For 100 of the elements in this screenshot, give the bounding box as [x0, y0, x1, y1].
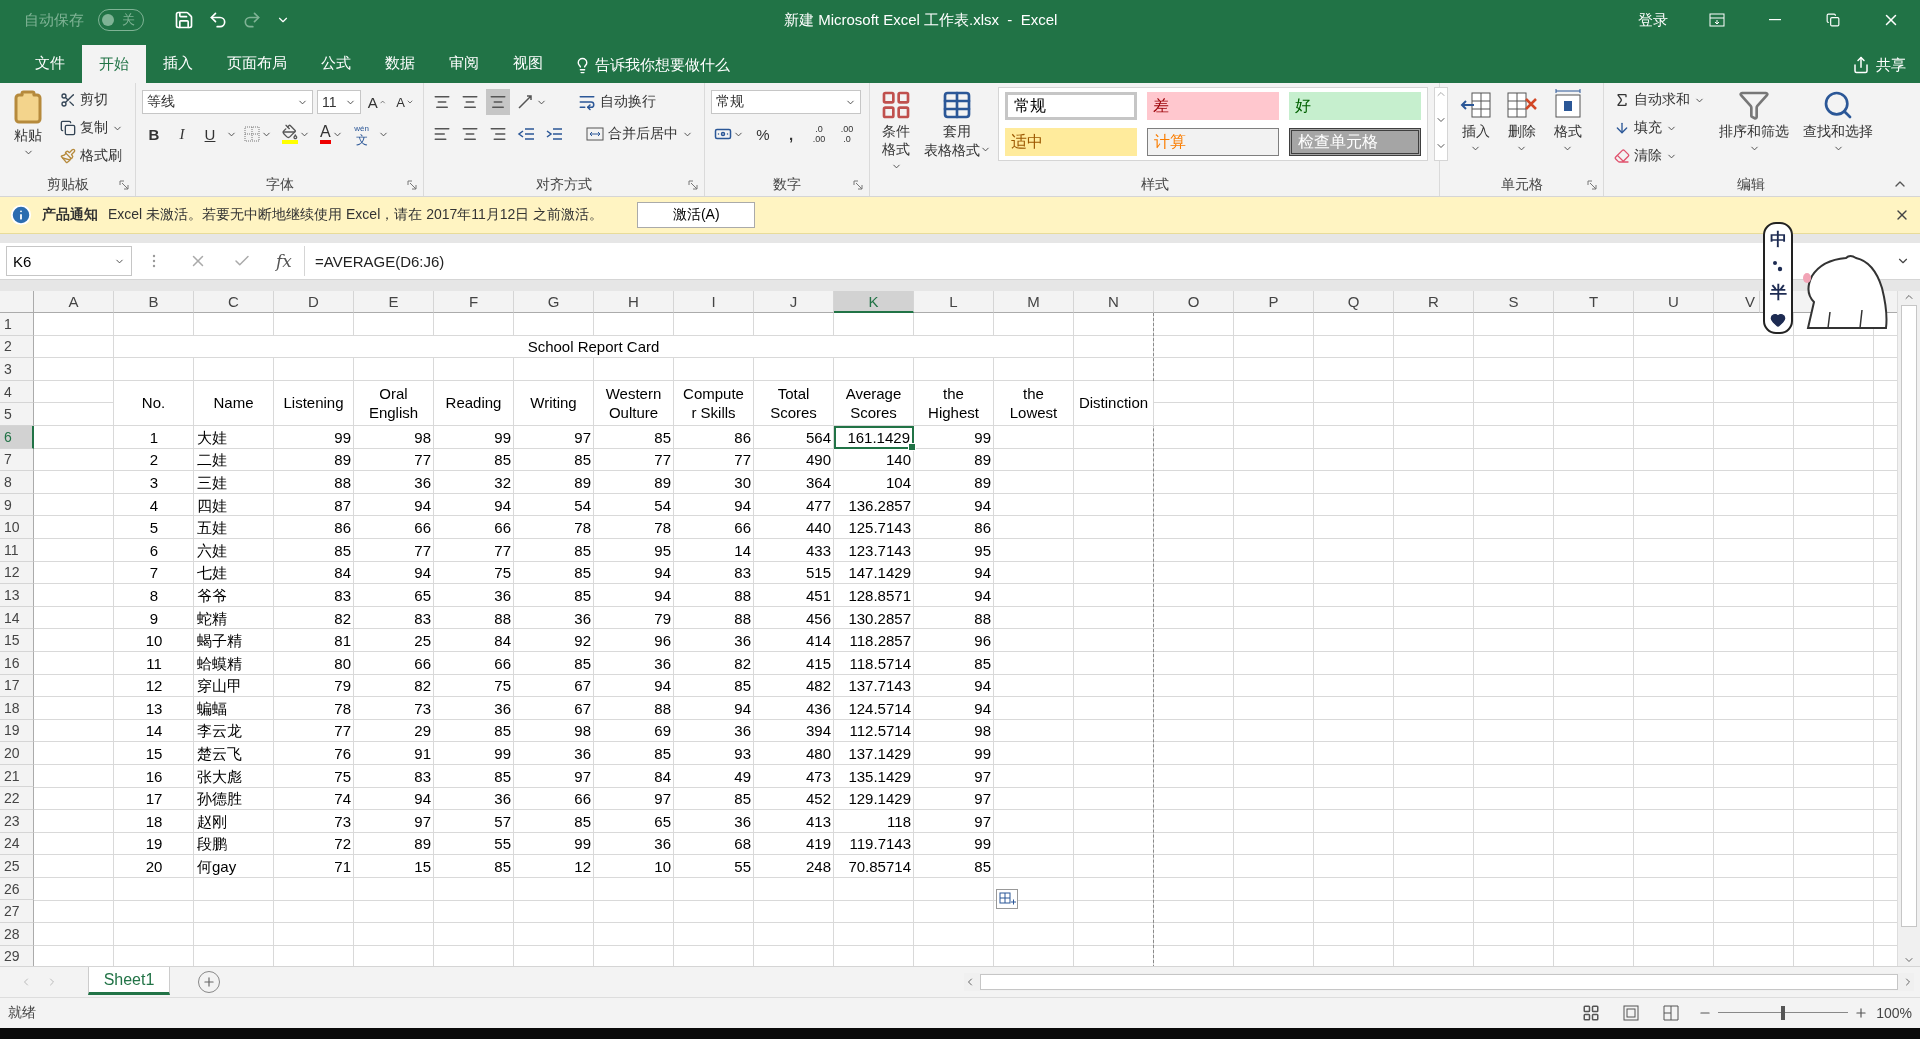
sort-filter-button[interactable]: 排序和筛选 — [1715, 87, 1793, 174]
row-header[interactable]: 7 — [0, 448, 34, 472]
cut-button[interactable]: 剪切 — [56, 87, 127, 113]
row-header[interactable]: 6 — [0, 425, 34, 449]
font-name-field[interactable]: 等线 — [142, 90, 313, 114]
ribbon-tab[interactable]: 开始 — [82, 45, 146, 83]
row-header[interactable]: 26 — [0, 877, 34, 901]
insert-button[interactable]: 插入 — [1455, 87, 1496, 174]
underline-button[interactable]: U — [198, 121, 222, 147]
row-header[interactable]: 23 — [0, 810, 34, 833]
align-bottom-button[interactable] — [486, 89, 510, 115]
quick-analysis-icon[interactable] — [996, 889, 1018, 909]
activate-button[interactable]: 激活(A) — [637, 202, 756, 228]
normal-view-icon[interactable] — [1582, 1004, 1601, 1022]
format-button[interactable]: 格式 — [1547, 87, 1588, 174]
increase-decimal-button[interactable]: .0 .00 — [807, 121, 831, 147]
row-header[interactable]: 10 — [0, 516, 34, 539]
comma-button[interactable]: , — [779, 121, 803, 147]
row-header[interactable]: 9 — [0, 493, 34, 517]
row-header[interactable]: 27 — [0, 900, 34, 924]
wrap-text-button[interactable]: 自动换行 — [574, 89, 660, 115]
delete-button[interactable]: 删除 — [1501, 87, 1542, 174]
name-box[interactable]: K6 — [6, 246, 132, 276]
dialog-launcher-icon[interactable] — [853, 180, 863, 190]
undo-icon[interactable] — [208, 10, 228, 30]
clear-button[interactable]: 清除 — [1610, 143, 1709, 169]
row-header[interactable]: 5 — [0, 403, 34, 426]
row-header[interactable]: 3 — [0, 358, 34, 381]
row-header[interactable]: 1 — [0, 313, 34, 336]
font-color-button[interactable]: A — [317, 121, 346, 147]
ribbon-tab[interactable]: 页面布局 — [210, 45, 304, 81]
sign-in-button[interactable]: 登录 — [1618, 0, 1688, 40]
row-header[interactable]: 8 — [0, 471, 34, 494]
punctuation-icon[interactable] — [1772, 259, 1784, 273]
row-header[interactable]: 14 — [0, 606, 34, 630]
font-size-field[interactable]: 11 — [316, 90, 361, 114]
row-header[interactable]: 25 — [0, 855, 34, 878]
heart-icon[interactable] — [1770, 312, 1786, 328]
zoom-thumb[interactable] — [1781, 1006, 1786, 1020]
row-header[interactable]: 2 — [0, 335, 34, 359]
ribbon-tab[interactable]: 公式 — [304, 45, 368, 81]
bold-button[interactable]: B — [142, 121, 166, 147]
grow-font-button[interactable]: A — [364, 89, 389, 115]
cell-style[interactable]: 适中 — [1005, 128, 1137, 156]
row-header[interactable]: 24 — [0, 832, 34, 856]
dialog-launcher-icon[interactable] — [1587, 180, 1597, 190]
cell-style[interactable]: 好 — [1289, 92, 1421, 120]
row-header[interactable]: 4 — [0, 380, 34, 404]
row-header[interactable]: 15 — [0, 629, 34, 652]
row-header[interactable]: 17 — [0, 674, 34, 698]
zoom-in-icon[interactable] — [1854, 1006, 1869, 1020]
fill-button[interactable]: 填充 — [1610, 115, 1709, 141]
sheet-tab[interactable]: Sheet1 — [88, 967, 170, 995]
scroll-thumb[interactable] — [980, 974, 1898, 990]
format-painter-button[interactable]: 格式刷 — [56, 143, 127, 169]
ime-width[interactable]: 半 — [1769, 281, 1787, 304]
active-cell[interactable]: 161.1429 — [834, 425, 914, 449]
share-button[interactable]: 共享 — [1846, 47, 1912, 83]
row-header[interactable]: 22 — [0, 787, 34, 811]
ribbon-tab[interactable]: 插入 — [146, 45, 210, 81]
dialog-launcher-icon[interactable] — [407, 180, 417, 190]
page-break-icon[interactable] — [1662, 1004, 1681, 1022]
merge-center-button[interactable]: 合并后居中 — [582, 121, 697, 147]
phonetic-button[interactable]: wén 文 — [349, 121, 374, 147]
row-header[interactable]: 18 — [0, 697, 34, 720]
decrease-decimal-button[interactable]: .00 .0 — [835, 121, 859, 147]
row-header[interactable]: 16 — [0, 651, 34, 675]
dialog-launcher-icon[interactable] — [119, 180, 129, 190]
column-header[interactable]: K — [834, 291, 914, 313]
fill-handle[interactable] — [908, 442, 916, 451]
save-icon[interactable] — [174, 10, 194, 30]
row-header[interactable]: 19 — [0, 719, 34, 743]
redo-icon[interactable] — [242, 10, 262, 30]
dialog-launcher-icon[interactable] — [688, 180, 698, 190]
row-header[interactable]: 12 — [0, 561, 34, 585]
ime-toolbar[interactable]: 中 半 — [1763, 222, 1793, 334]
row-header[interactable]: 29 — [0, 945, 34, 966]
find-select-button[interactable]: 查找和选择 — [1799, 87, 1877, 174]
italic-button[interactable]: I — [170, 121, 194, 147]
ribbon-tab[interactable]: 文件 — [18, 45, 82, 81]
cell-style[interactable]: 常规 — [1005, 92, 1137, 120]
ribbon-tab[interactable]: 数据 — [368, 45, 432, 81]
autosum-button[interactable]: 自动求和 — [1610, 87, 1709, 113]
row-header[interactable]: 20 — [0, 742, 34, 765]
row-header[interactable]: 13 — [0, 584, 34, 607]
ribbon-tab[interactable]: 视图 — [496, 45, 560, 81]
number-format-field[interactable]: 常规 — [711, 90, 861, 114]
page-layout-icon[interactable] — [1622, 1004, 1641, 1022]
row-header[interactable]: 11 — [0, 538, 34, 562]
shrink-font-button[interactable]: A — [393, 89, 417, 115]
paste-button[interactable]: 粘贴 — [6, 87, 50, 174]
ribbon-tab[interactable]: 审阅 — [432, 45, 496, 81]
row-header[interactable]: 28 — [0, 923, 34, 946]
percent-button[interactable]: % — [751, 121, 775, 147]
conditional-format-button[interactable]: 条件格式 — [876, 87, 916, 174]
tell-me-search[interactable]: 告诉我你想要做什么 — [568, 47, 736, 83]
copy-button[interactable]: 复制 — [56, 115, 127, 141]
format-as-table-button[interactable]: 套用 表格格式 — [922, 87, 992, 174]
row-header[interactable]: 21 — [0, 764, 34, 788]
cell-style[interactable]: 差 — [1147, 92, 1279, 120]
